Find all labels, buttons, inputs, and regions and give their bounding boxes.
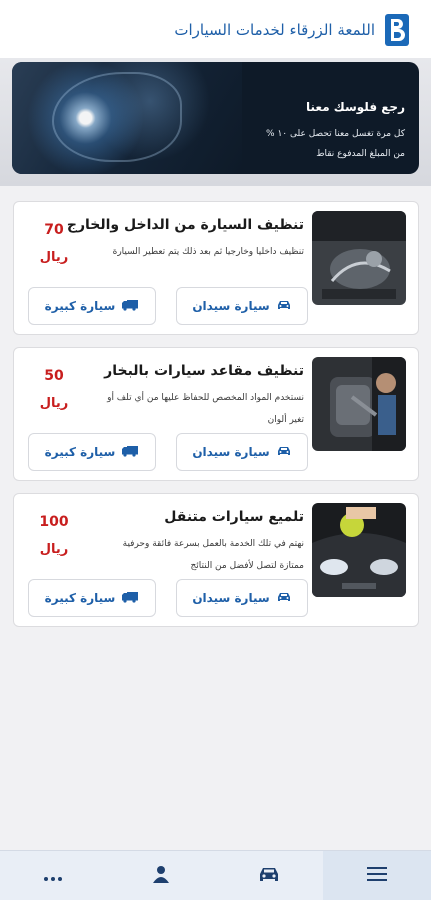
service-description: نستخدم المواد المخصص للحفاظ عليها من أي … xyxy=(107,393,304,425)
service-price: 50 ريال xyxy=(34,367,74,413)
nav-menu[interactable] xyxy=(323,851,431,900)
promo-banner[interactable]: رجع فلوسك معنا كل مرة تغسل معنا تحصل على… xyxy=(12,62,419,174)
price-value: 100 xyxy=(39,514,69,530)
brand: اللمعة الزرقاء لخدمات السيارات xyxy=(174,12,411,48)
price-value: 70 xyxy=(44,222,64,238)
bottom-navigation xyxy=(0,850,431,900)
price-currency: ريال xyxy=(39,250,69,265)
service-image-polish xyxy=(312,503,406,597)
service-image-interior xyxy=(312,211,406,305)
sedan-button[interactable]: سيارة سيدان xyxy=(176,579,308,617)
service-description: تنظيف داخليا وخارجيا ثم بعد ذلك يتم تعطي… xyxy=(112,247,304,257)
truck-icon xyxy=(121,445,139,460)
price-value: 50 xyxy=(44,368,64,384)
large-car-label: سيارة كبيرة xyxy=(44,445,116,459)
service-price: 70 ريال xyxy=(34,221,74,267)
truck-icon xyxy=(121,591,139,606)
large-car-label: سيارة كبيرة xyxy=(44,591,116,605)
truck-icon xyxy=(121,299,139,314)
price-currency: ريال xyxy=(39,396,69,411)
app-title: اللمعة الزرقاء لخدمات السيارات xyxy=(174,21,375,39)
car-icon xyxy=(276,445,292,460)
service-card[interactable]: تنظيف مقاعد سيارات بالبخار نستخدم المواد… xyxy=(13,347,419,481)
nav-more[interactable] xyxy=(0,851,107,900)
hamburger-icon xyxy=(367,866,387,886)
user-icon xyxy=(152,865,170,887)
more-dots-icon xyxy=(43,867,63,886)
service-card[interactable]: تنظيف السيارة من الداخل والخارج تنظيف دا… xyxy=(13,201,419,335)
large-car-button[interactable]: سيارة كبيرة xyxy=(28,433,156,471)
large-car-button[interactable]: سيارة كبيرة xyxy=(28,579,156,617)
sedan-button[interactable]: سيارة سيدان xyxy=(176,287,308,325)
service-title: تلميع سيارات متنقل xyxy=(164,509,304,525)
car-icon xyxy=(276,299,292,314)
sedan-label: سيارة سيدان xyxy=(192,591,270,605)
nav-cars[interactable] xyxy=(215,851,323,900)
service-image-steam xyxy=(312,357,406,451)
sedan-label: سيارة سيدان xyxy=(192,299,270,313)
service-card[interactable]: تلميع سيارات متنقل نهتم في تلك الخدمة با… xyxy=(13,493,419,627)
service-description: نهتم في تلك الخدمة بالعمل بسرعة فائقة وح… xyxy=(122,539,304,571)
service-price: 100 ريال xyxy=(34,513,74,559)
promo-line-1: كل مرة تغسل معنا تحصل على ١٠ % xyxy=(266,129,405,139)
large-car-label: سيارة كبيرة xyxy=(44,299,116,313)
nav-profile[interactable] xyxy=(107,851,215,900)
price-currency: ريال xyxy=(39,542,69,557)
sedan-button[interactable]: سيارة سيدان xyxy=(176,433,308,471)
promo-line-2: من المبلغ المدفوع نقاط xyxy=(316,149,405,159)
car-icon xyxy=(276,591,292,606)
promo-text: رجع فلوسك معنا كل مرة تغسل معنا تحصل على… xyxy=(185,100,405,164)
app-header: اللمعة الزرقاء لخدمات السيارات xyxy=(0,0,431,60)
car-icon xyxy=(258,865,280,887)
promo-title: رجع فلوسك معنا xyxy=(306,100,405,114)
service-title: تنظيف مقاعد سيارات بالبخار xyxy=(104,363,304,379)
sedan-label: سيارة سيدان xyxy=(192,445,270,459)
large-car-button[interactable]: سيارة كبيرة xyxy=(28,287,156,325)
brand-logo xyxy=(383,12,411,48)
service-title: تنظيف السيارة من الداخل والخارج xyxy=(66,217,304,233)
